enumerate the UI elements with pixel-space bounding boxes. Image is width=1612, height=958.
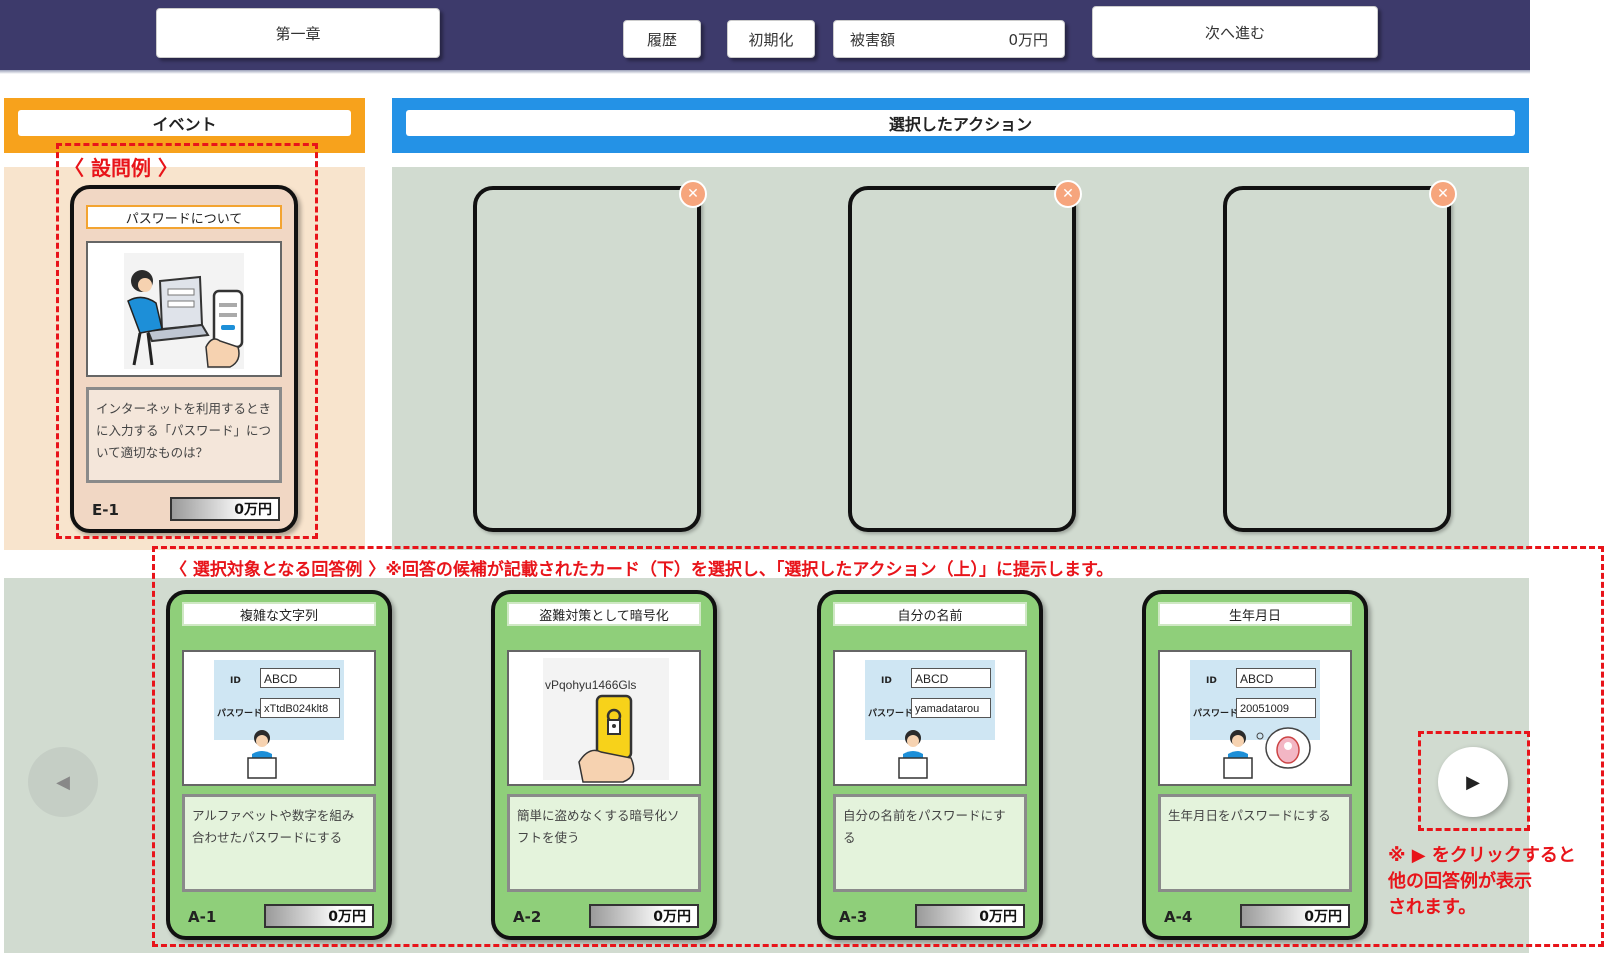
action-section-title: 選択したアクション <box>406 110 1515 136</box>
remove-action-2-button[interactable]: ✕ <box>1054 180 1082 208</box>
chevron-left-icon: ◀ <box>56 771 70 793</box>
event-section-title: イベント <box>18 110 351 136</box>
remove-action-1-button[interactable]: ✕ <box>679 180 707 208</box>
next-note-line1: ※ ▶ をクリックすると <box>1388 845 1576 866</box>
next-note-line3: されます。 <box>1388 897 1477 918</box>
damage-display: 被害額 0万円 <box>833 20 1065 58</box>
damage-value: 0万円 <box>1008 30 1048 49</box>
damage-label: 被害額 <box>850 30 896 49</box>
action-slot-2[interactable]: ✕ <box>848 180 1082 532</box>
history-button[interactable]: 履歴 <box>623 20 701 58</box>
action-slot-3[interactable]: ✕ <box>1223 180 1457 532</box>
next-step-button[interactable]: 次へ進む <box>1092 6 1378 58</box>
reset-button[interactable]: 初期化 <box>727 20 815 58</box>
answer-examples-label: 〈 選択対象となる回答例 〉※回答の候補が記載されたカード（下）を選択し、「選択… <box>170 560 1114 580</box>
next-note-line2: 他の回答例が表示 <box>1388 871 1532 892</box>
next-button-note: ※ ▶ をクリックすると 他の回答例が表示 されます。 <box>1388 843 1576 921</box>
question-example-highlight <box>56 143 318 539</box>
action-slot-1[interactable]: ✕ <box>473 180 707 532</box>
chapter-button[interactable]: 第一章 <box>156 8 440 58</box>
previous-cards-button[interactable]: ◀ <box>28 747 98 817</box>
answer-examples-highlight <box>152 546 1604 947</box>
question-example-label: 〈 設問例 〉 <box>64 156 178 180</box>
action-section-header: 選択したアクション <box>392 98 1529 153</box>
remove-action-3-button[interactable]: ✕ <box>1429 180 1457 208</box>
top-bar-shadow <box>0 70 1530 74</box>
next-button-highlight <box>1418 731 1530 831</box>
